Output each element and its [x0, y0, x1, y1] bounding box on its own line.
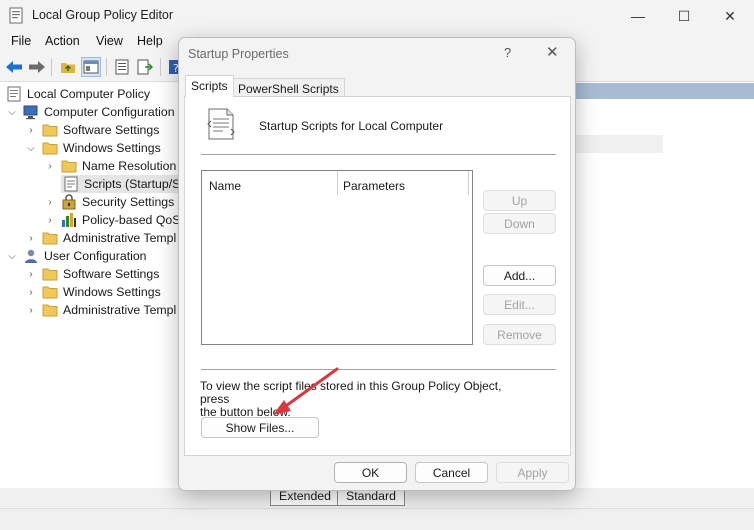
folder-icon: [61, 160, 77, 173]
tree-label: Windows Settings: [63, 141, 161, 155]
tree-label: Name Resolution: [82, 159, 177, 173]
status-bar: [0, 508, 754, 530]
chevron-down-icon[interactable]: ⌵: [25, 142, 37, 154]
menu-action[interactable]: Action: [45, 34, 80, 48]
tree-label: Scripts (Startup/Sh: [84, 177, 180, 191]
close-window-button[interactable]: ✕: [707, 0, 753, 32]
back-arrow-icon[interactable]: [4, 57, 24, 77]
script-document-icon: [207, 108, 235, 140]
startup-properties-dialog: Startup Properties ? ✕ Scripts PowerShel…: [178, 37, 576, 491]
policy-document-icon: [7, 86, 21, 102]
tree-label: Computer Configuration: [44, 105, 175, 119]
apply-button[interactable]: Apply: [496, 462, 569, 483]
chevron-right-icon[interactable]: ›: [25, 286, 37, 298]
view-tabs: Extended Standard: [0, 488, 754, 508]
add-button[interactable]: Add...: [483, 265, 556, 286]
tree-item-policy-based-qos[interactable]: › Policy-based QoS: [44, 211, 180, 229]
instruction-line: To view the script files stored in this …: [200, 379, 502, 406]
menu-file[interactable]: File: [11, 34, 31, 48]
menu-help[interactable]: Help: [137, 34, 163, 48]
chevron-right-icon[interactable]: ›: [25, 268, 37, 280]
menu-view[interactable]: View: [96, 34, 123, 48]
tree-item-user-software-settings[interactable]: › Software Settings: [25, 265, 159, 283]
chevron-right-icon[interactable]: ›: [44, 214, 56, 226]
computer-icon: [23, 105, 38, 120]
console-tree: Local Computer Policy ⌵ Computer Configu…: [0, 83, 180, 488]
tree-item-software-settings[interactable]: › Software Settings: [25, 121, 159, 139]
tree-label: Local Computer Policy: [27, 87, 151, 101]
policy-editor-icon: [9, 7, 23, 24]
tree-label: Windows Settings: [63, 285, 161, 299]
tree-item-user-administrative-templates[interactable]: › Administrative Templ: [25, 301, 176, 319]
chevron-down-icon[interactable]: ⌵: [6, 106, 18, 118]
scripts-heading: Startup Scripts for Local Computer: [259, 119, 444, 133]
down-button[interactable]: Down: [483, 213, 556, 234]
chevron-right-icon[interactable]: ›: [25, 304, 37, 316]
details-row[interactable]: [575, 135, 663, 153]
edit-button[interactable]: Edit...: [483, 294, 556, 315]
export-list-icon[interactable]: [135, 57, 155, 77]
tree-item-scripts-startup-shutdown[interactable]: Scripts (Startup/Sh: [61, 175, 180, 193]
folder-icon: [42, 286, 58, 299]
script-icon: [64, 176, 78, 192]
column-header-name[interactable]: Name: [209, 179, 241, 193]
bar-chart-icon: [62, 213, 76, 227]
minimize-button[interactable]: —: [615, 0, 661, 32]
folder-icon: [42, 304, 58, 317]
tree-item-computer-configuration[interactable]: ⌵ Computer Configuration: [6, 103, 175, 121]
divider: [201, 154, 556, 155]
tree-label: Administrative Templ: [63, 231, 177, 245]
chevron-right-icon[interactable]: ›: [44, 196, 56, 208]
tree-item-administrative-templates[interactable]: › Administrative Templ: [25, 229, 176, 247]
user-icon: [25, 249, 37, 263]
show-files-button[interactable]: Show Files...: [201, 417, 319, 438]
up-button[interactable]: Up: [483, 190, 556, 211]
tree-label: Software Settings: [63, 267, 160, 281]
show-files-instructions: To view the script files stored in this …: [200, 380, 520, 419]
tree-item-windows-settings[interactable]: ⌵ Windows Settings: [25, 139, 161, 157]
column-header-parameters[interactable]: Parameters: [343, 179, 405, 193]
folder-icon: [42, 124, 58, 137]
tree-label: Security Settings: [82, 195, 175, 209]
tree-label: User Configuration: [44, 249, 147, 263]
folder-icon: [42, 142, 58, 155]
maximize-button[interactable]: ☐: [661, 0, 707, 32]
folder-icon: [42, 232, 58, 245]
tab-scripts[interactable]: Scripts: [185, 75, 234, 97]
remove-button[interactable]: Remove: [483, 324, 556, 345]
chevron-right-icon[interactable]: ›: [44, 160, 56, 172]
close-icon[interactable]: ✕: [546, 43, 559, 61]
show-hide-console-tree-icon[interactable]: [81, 57, 101, 77]
tree-label: Software Settings: [63, 123, 160, 137]
tree-label: Policy-based QoS: [82, 213, 180, 227]
tree-item-user-configuration[interactable]: ⌵ User Configuration: [6, 247, 147, 265]
cancel-button[interactable]: Cancel: [415, 462, 488, 483]
ok-button[interactable]: OK: [334, 462, 407, 483]
tree-item-local-computer-policy[interactable]: Local Computer Policy: [6, 85, 150, 103]
chevron-down-icon[interactable]: ⌵: [6, 250, 18, 262]
security-settings-icon: [62, 194, 76, 210]
dialog-title: Startup Properties: [188, 47, 289, 61]
scripts-tab-panel: Startup Scripts for Local Computer Name …: [184, 96, 571, 456]
tree-label: Administrative Templ: [63, 303, 177, 317]
tree-item-security-settings[interactable]: › Security Settings: [44, 193, 174, 211]
help-icon[interactable]: ?: [504, 45, 511, 60]
title-bar: Local Group Policy Editor — ☐ ✕: [0, 0, 754, 32]
tree-item-user-windows-settings[interactable]: › Windows Settings: [25, 283, 161, 301]
folder-icon: [42, 268, 58, 281]
tab-powershell-scripts[interactable]: PowerShell Scripts: [232, 78, 345, 98]
tree-item-name-resolution[interactable]: › Name Resolution: [44, 157, 176, 175]
scripts-list[interactable]: Name Parameters: [201, 170, 473, 345]
chevron-right-icon[interactable]: ›: [25, 232, 37, 244]
divider: [201, 369, 556, 370]
properties-icon[interactable]: [112, 57, 132, 77]
window-title: Local Group Policy Editor: [32, 8, 174, 22]
details-pane-header: [575, 83, 754, 99]
up-folder-icon[interactable]: [58, 57, 78, 77]
chevron-right-icon[interactable]: ›: [25, 124, 37, 136]
forward-arrow-icon[interactable]: [27, 57, 47, 77]
